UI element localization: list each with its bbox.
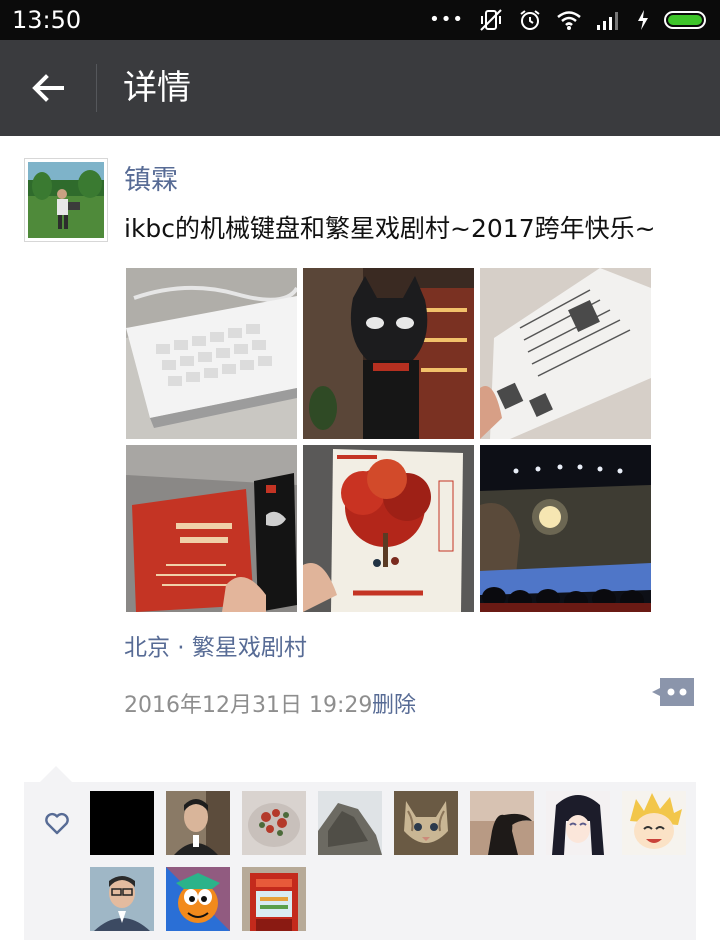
keyboard-photo[interactable] [126,268,297,439]
title-divider [96,64,97,112]
like-avatar-10[interactable] [166,867,230,931]
red-brochure-photo[interactable] [126,445,297,612]
heart-outline-icon [45,812,69,835]
page-title: 详情 [123,68,191,108]
post-text: ikbc的机械键盘和繁星戏剧村~2017跨年快乐~ [124,214,656,243]
author-avatar[interactable] [24,158,108,242]
charging-icon [638,10,648,30]
title-bar: 详情 [0,40,720,136]
more-dots-icon: ••• [429,9,464,30]
status-icons: ••• [429,8,706,32]
like-avatar-5[interactable] [394,791,458,855]
post-timestamp: 2016年12月31日 19:29 [124,693,373,718]
stage-photo[interactable] [480,445,651,612]
author-avatar-image [28,162,104,238]
photo-grid [126,268,651,612]
likes-panel [24,782,696,940]
wifi-icon [557,11,581,30]
post-location[interactable]: 北京 · 繁星戏剧村 [124,632,307,664]
battery-fill [668,15,702,25]
battery-icon [664,11,706,29]
like-avatar-8[interactable] [622,791,686,855]
poster-photo[interactable] [303,445,474,612]
vibrate-off-icon [480,9,502,31]
cat-figure-photo[interactable] [303,268,474,439]
like-avatar-1[interactable] [90,791,154,855]
ticket-photo[interactable] [480,268,651,439]
arrow-left-icon[interactable] [24,64,72,112]
like-avatar-2[interactable] [166,791,230,855]
delete-button[interactable]: 删除 [372,690,416,722]
alarm-icon [520,10,540,30]
comment-dots-icon[interactable] [652,676,696,708]
like-avatar-7[interactable] [546,791,610,855]
likes-panel-pointer [40,766,72,782]
like-avatar-3[interactable] [242,791,306,855]
like-avatar-6[interactable] [470,791,534,855]
like-avatar-11[interactable] [242,867,306,931]
author-name[interactable]: 镇霖 [124,163,178,199]
like-avatar-4[interactable] [318,791,382,855]
signal-icon [597,12,618,30]
like-avatar-9[interactable] [90,867,154,931]
status-time: 13:50 [12,6,82,34]
status-bar: 13:50 ••• [0,0,720,40]
